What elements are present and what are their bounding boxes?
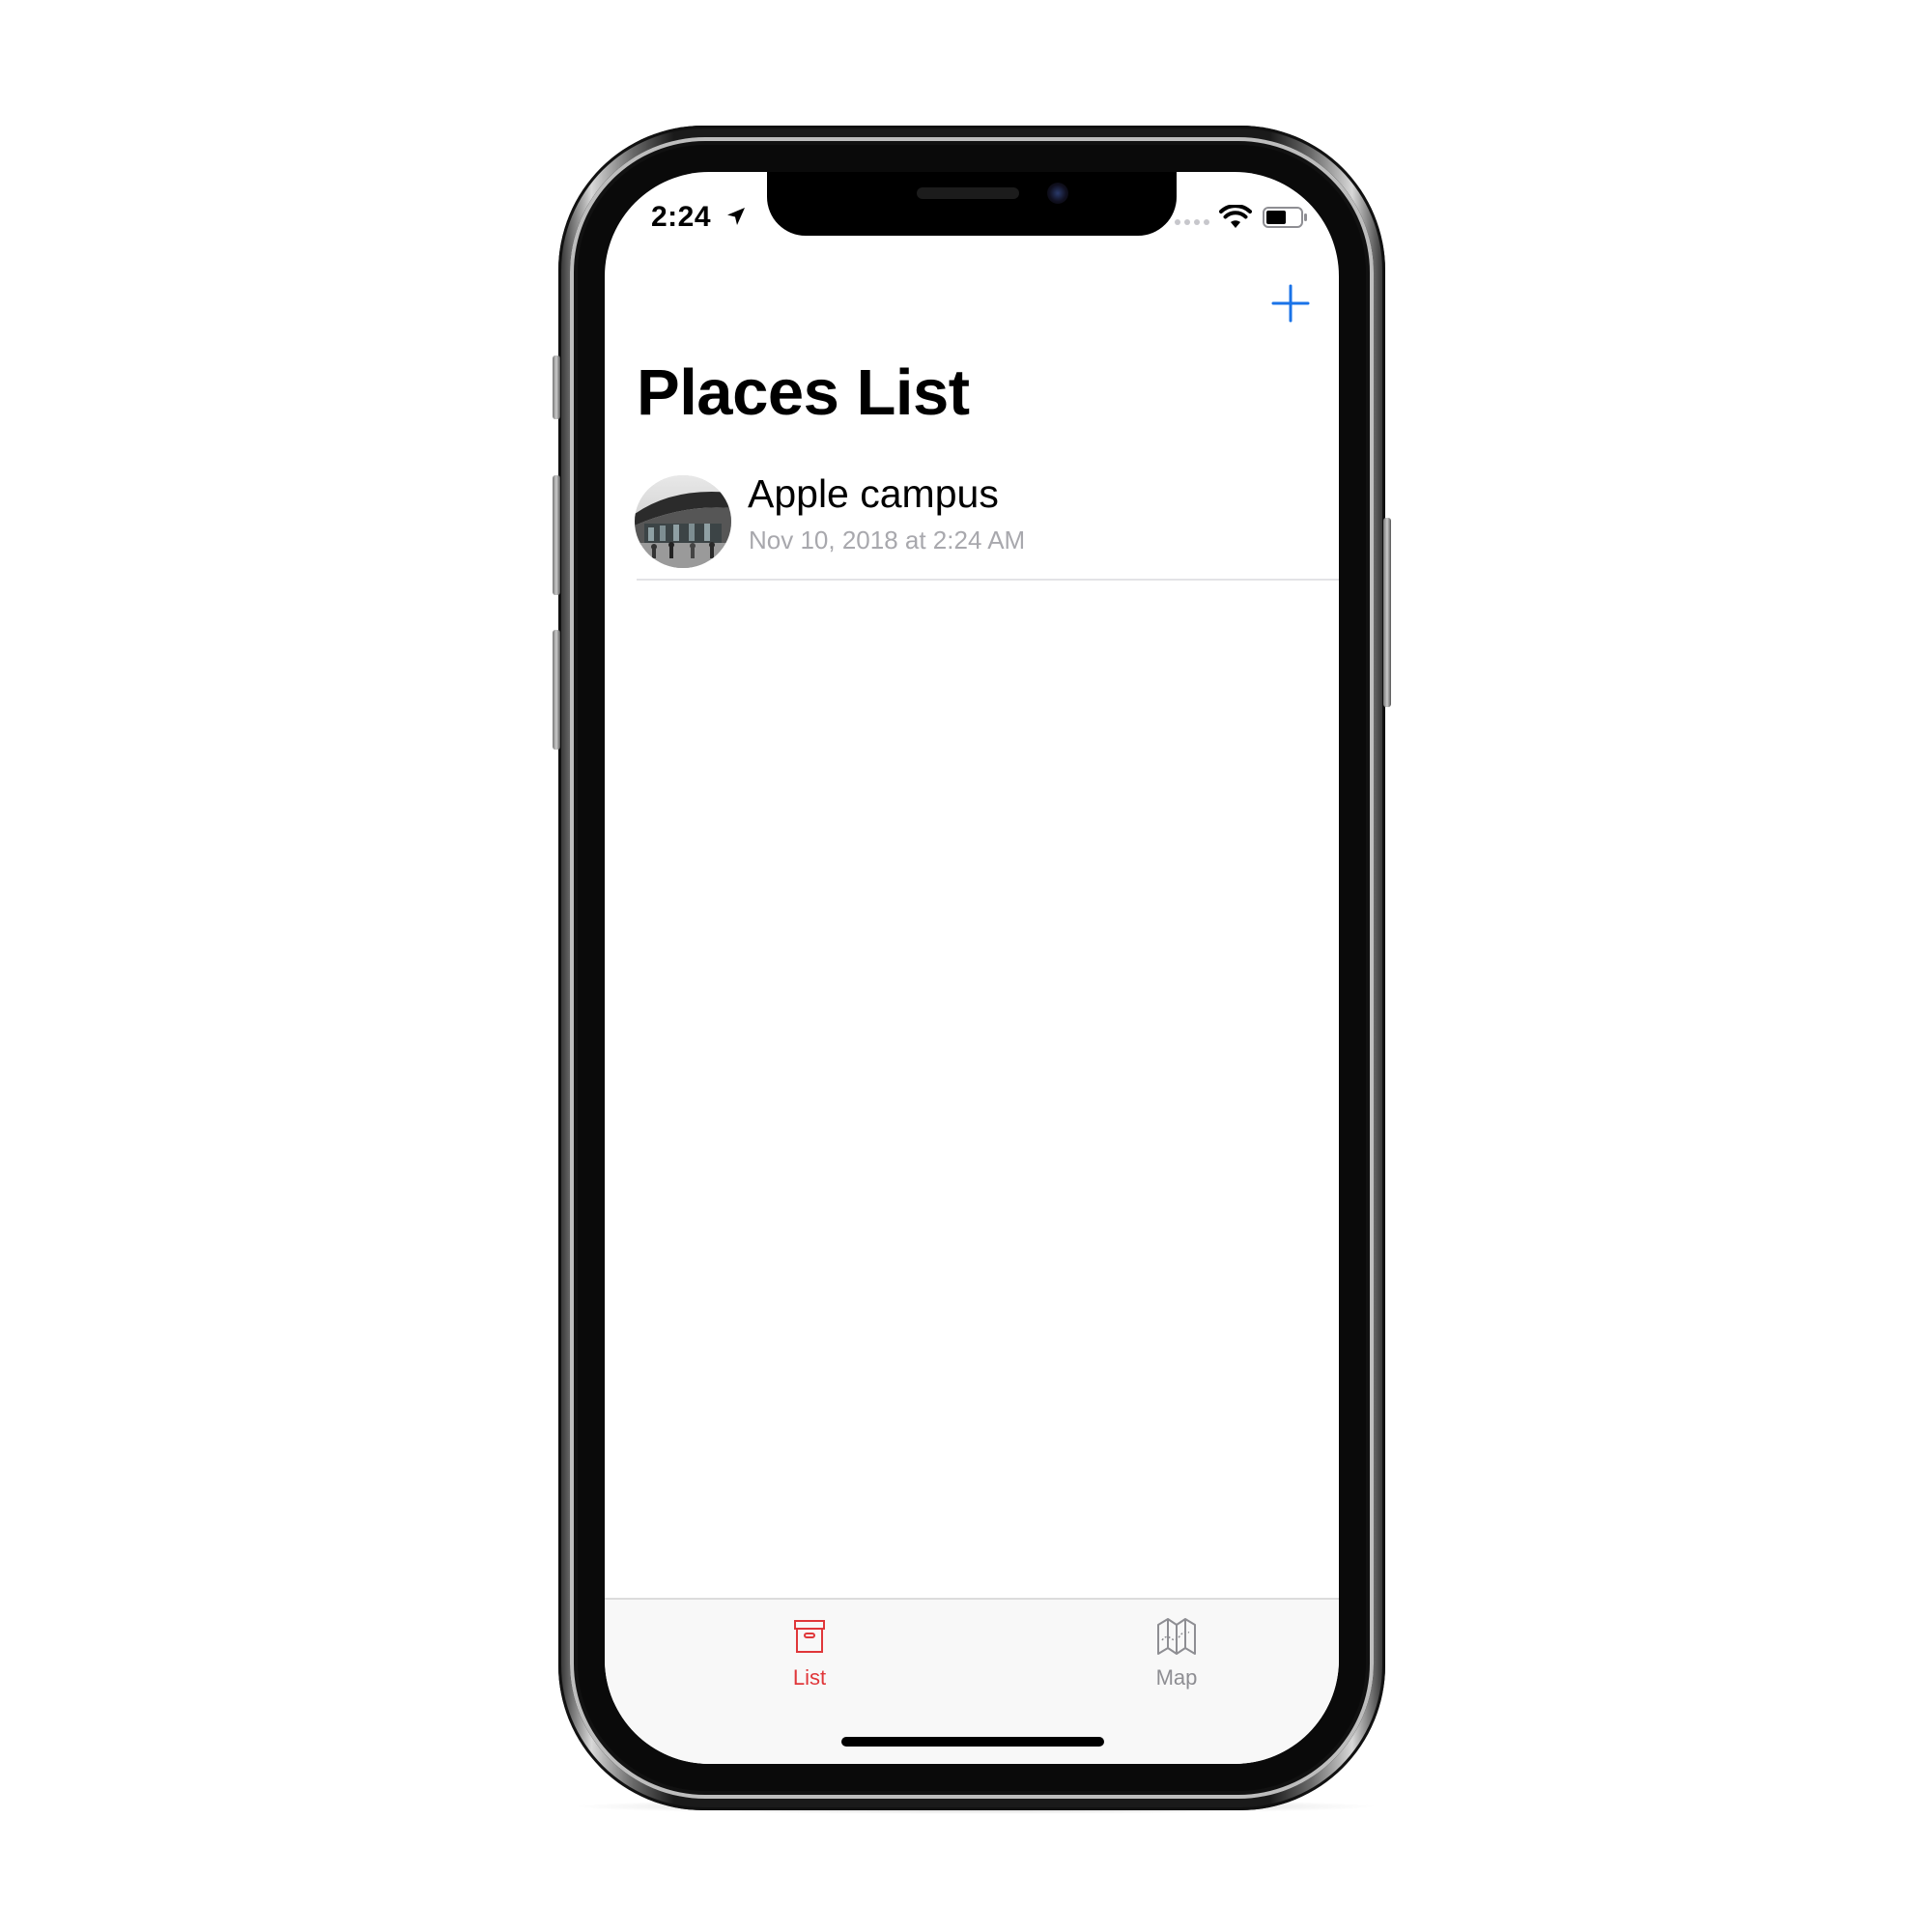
place-photo — [635, 475, 731, 568]
power-button — [1383, 518, 1391, 707]
tab-bar: List Map — [605, 1598, 1339, 1764]
tab-label: List — [792, 1665, 827, 1690]
add-place-button[interactable] — [1269, 282, 1312, 325]
list-item[interactable]: Apple campus Nov 10, 2018 at 2:24 AM — [605, 462, 1339, 581]
status-time: 2:24 — [651, 201, 712, 233]
place-title: Apple campus — [748, 471, 999, 516]
notch — [767, 172, 1177, 236]
place-date: Nov 10, 2018 at 2:24 AM — [749, 526, 1026, 554]
front-camera — [1047, 183, 1068, 204]
place-thumbnail — [635, 475, 731, 568]
stage: 2:24 Places List Apple campus Nov 10, 20… — [0, 0, 1932, 1932]
earpiece-speaker — [917, 187, 1019, 199]
map-icon — [1157, 1618, 1196, 1655]
home-indicator[interactable] — [841, 1737, 1104, 1747]
wifi-icon — [1219, 205, 1252, 228]
volume-down-button — [553, 630, 560, 750]
volume-up-button — [553, 475, 560, 595]
tab-map[interactable]: Map — [1109, 1613, 1244, 1700]
status-indicators — [1175, 205, 1310, 230]
archive-box-icon — [794, 1620, 825, 1653]
page-title: Places List — [637, 356, 970, 429]
places-list: Apple campus Nov 10, 2018 at 2:24 AM — [605, 462, 1339, 581]
phone-screen: 2:24 Places List Apple campus Nov 10, 20… — [605, 172, 1339, 1764]
cellular-signal-icon — [1175, 210, 1209, 225]
tab-label: Map — [1155, 1665, 1198, 1690]
location-arrow-icon — [727, 208, 745, 225]
battery-icon — [1263, 207, 1307, 228]
row-separator — [637, 579, 1339, 581]
mute-switch — [553, 355, 560, 419]
tab-list[interactable]: List — [742, 1613, 877, 1700]
